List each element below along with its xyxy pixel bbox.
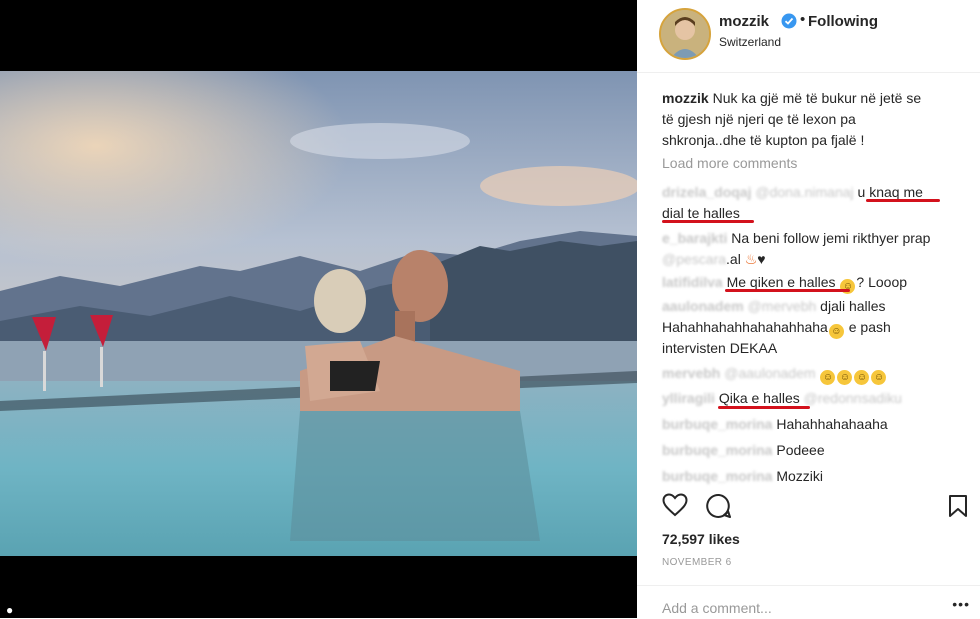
- comment-mention[interactable]: @dona.nimanaj: [755, 184, 853, 200]
- more-options-button[interactable]: •••: [952, 596, 970, 612]
- caption-line: Nuk ka gjë më të bukur në jetë se: [712, 90, 922, 106]
- comment-username[interactable]: burbuqe_morina: [662, 442, 772, 458]
- comment-mention[interactable]: @mervebh: [748, 298, 817, 314]
- laughing-emoji-icon: ☺: [854, 370, 870, 385]
- comment-text: Mozziki: [776, 468, 824, 484]
- comment-text: Qika e halles: [718, 390, 800, 406]
- comment-item: burbuqe_morina Podeee: [662, 440, 825, 461]
- username[interactable]: mozzik: [719, 13, 769, 30]
- highlight-underline: [725, 289, 850, 292]
- comment-item: @pescara.al ♨♥: [662, 249, 766, 270]
- comment-username[interactable]: mervebh: [662, 365, 720, 381]
- comment-item: e_barajkti Na beni follow jemi rikthyer …: [662, 228, 930, 249]
- add-comment-input[interactable]: Add a comment...: [662, 600, 772, 616]
- comment-text: e pash: [844, 319, 891, 335]
- caption-line: shkronja..dhe të kupton pa fjalë !: [662, 132, 865, 148]
- post-photo-pane: ●: [0, 0, 637, 618]
- highlight-underline: [718, 406, 810, 409]
- comment-username[interactable]: latifidilva: [662, 274, 723, 290]
- comment-username[interactable]: e_barajkti: [662, 230, 727, 246]
- caption-username[interactable]: mozzik: [662, 90, 709, 106]
- post-photo[interactable]: [0, 71, 637, 556]
- caption: mozzik Nuk ka gjë më të bukur në jetë se: [662, 88, 921, 109]
- location-link[interactable]: Switzerland: [719, 35, 781, 49]
- comment-item: burbuqe_morina Mozziki: [662, 466, 823, 487]
- add-comment-bar: Add a comment... •••: [637, 585, 980, 619]
- laughing-emoji-icon: ☺: [828, 324, 844, 339]
- comment-item: aaulonadem @mervebh djali halles: [662, 296, 886, 317]
- comment-username[interactable]: ylliragili: [662, 390, 715, 406]
- comment-mention[interactable]: @redonnsadiku: [804, 390, 902, 406]
- comment-text: u knaq me: [857, 184, 923, 200]
- comment-mention[interactable]: @aaulonadem: [724, 365, 815, 381]
- highlight-underline: [662, 220, 754, 223]
- comment-text: intervisten DEKAA: [662, 340, 778, 356]
- comment-text: Me qiken e halles: [726, 274, 836, 290]
- play-indicator-icon: ●: [6, 603, 14, 617]
- fire-emoji-icon: ♨: [744, 251, 758, 267]
- avatar[interactable]: [659, 8, 711, 60]
- comment-item: mervebh @aaulonadem ☺ ☺ ☺ ☺: [662, 363, 887, 385]
- comment-mention[interactable]: @pescara: [662, 251, 726, 267]
- following-button[interactable]: Following: [808, 13, 878, 30]
- caption-line: të gjesh një njeri qe të lexon pa: [662, 111, 856, 127]
- comment-text: ? Looop: [856, 274, 908, 290]
- laughing-emoji-icon: ☺: [871, 370, 887, 385]
- comment-text: djali halles: [820, 298, 886, 314]
- post-header: mozzik • Following Switzerland: [637, 0, 980, 73]
- post-date: NOVEMBER 6: [662, 557, 732, 568]
- comment-icon[interactable]: [706, 493, 732, 524]
- separator-dot: •: [800, 11, 806, 28]
- heart-icon[interactable]: [662, 493, 688, 522]
- black-heart-icon: ♥: [757, 251, 766, 267]
- comment-text: Hahahhahahaaha: [776, 416, 888, 432]
- comment-username[interactable]: aaulonadem: [662, 298, 744, 314]
- verified-badge-icon: [781, 13, 797, 29]
- comment-item: Hahahhahahhahahahhaha ☺ e pash: [662, 317, 891, 339]
- comment-username[interactable]: burbuqe_morina: [662, 416, 772, 432]
- comment-text: Na beni follow jemi rikthyer prap: [731, 230, 931, 246]
- load-more-comments[interactable]: Load more comments: [662, 153, 797, 174]
- likes-count[interactable]: 72,597 likes: [662, 531, 740, 547]
- laughing-emoji-icon: ☺: [820, 370, 836, 385]
- highlight-underline: [866, 199, 940, 202]
- comment-username[interactable]: burbuqe_morina: [662, 468, 772, 484]
- comment-item: burbuqe_morina Hahahhahahaaha: [662, 414, 888, 435]
- comment-username[interactable]: drizela_doqaj: [662, 184, 751, 200]
- comment-text: .al: [726, 251, 741, 267]
- comment-text: Hahahhahahhahahahhaha: [662, 319, 828, 335]
- bookmark-icon[interactable]: [948, 494, 968, 523]
- post-sidebar: mozzik • Following Switzerland mozzik Nu…: [637, 0, 980, 618]
- laughing-emoji-icon: ☺: [837, 370, 853, 385]
- comment-text: Podeee: [776, 442, 825, 458]
